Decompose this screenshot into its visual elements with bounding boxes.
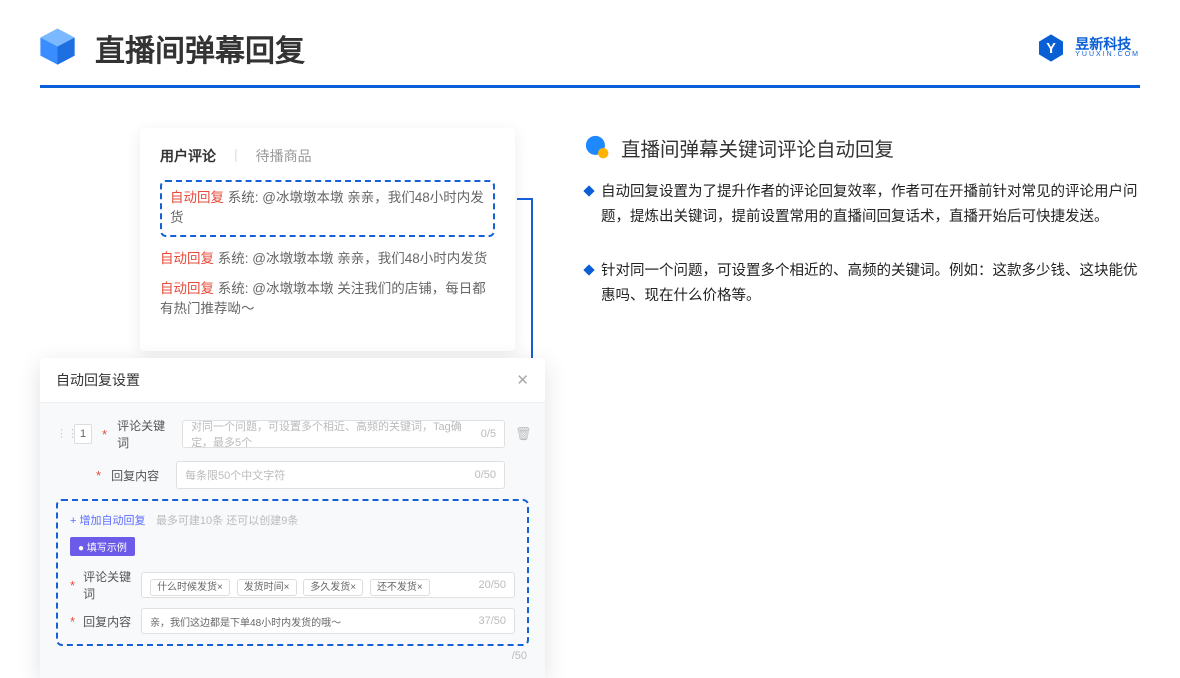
comment-item: 自动回复 系统: @冰墩墩本墩 亲亲，我们48小时内发货 — [160, 249, 495, 269]
comment-item: 自动回复 系统: @冰墩墩本墩 关注我们的店铺，每日都有热门推荐呦～ — [160, 279, 495, 320]
page-title: 直播间弹幕回复 — [95, 26, 305, 70]
comments-tabs: 用户评论 | 待播商品 — [160, 146, 495, 166]
content-label: 回复内容 — [111, 467, 166, 484]
section-header: 直播间弹幕关键词评论自动回复 — [585, 133, 1140, 162]
diamond-icon — [583, 185, 594, 196]
close-icon[interactable]: ✕ — [516, 371, 529, 389]
outer-count: /50 — [56, 646, 529, 662]
add-sub-text: 最多可建10条 还可以创建9条 — [156, 515, 298, 527]
brand-url: YUUXIN.COM — [1075, 51, 1140, 58]
cube-icon — [35, 25, 80, 70]
order-number: 1 — [74, 424, 92, 444]
content-row: * 回复内容 每条限50个中文字符 0/50 — [56, 461, 529, 489]
example-keyword-row: * 评论关键词 什么时候发货× 发货时间× 多久发货× 还不发货× 20/50 — [70, 568, 515, 602]
keyword-row: ⋮⋮ 1 * 评论关键词 对同一个问题，可设置多个相近、高频的关键词，Tag确定… — [56, 417, 529, 451]
tab-user-comments[interactable]: 用户评论 — [160, 146, 216, 166]
keyword-input[interactable]: 对同一个问题，可设置多个相近、高频的关键词，Tag确定，最多5个 0/5 — [182, 420, 505, 448]
highlighted-comment: 自动回复 系统: @冰墩墩本墩 亲亲，我们48小时内发货 — [160, 180, 495, 237]
trash-icon[interactable]: 🗑 — [515, 426, 529, 442]
keyword-label: 评论关键词 — [117, 417, 172, 451]
example-pill: ● 填写示例 — [70, 537, 135, 556]
brand-logo: Y 昱新科技 YUUXIN.COM — [1035, 32, 1140, 64]
drag-icon[interactable]: ⋮⋮ — [56, 430, 64, 438]
modal-header: 自动回复设置 ✕ — [40, 358, 545, 403]
example-content-input[interactable]: 亲，我们这边都是下单48小时内发货的哦～ 37/50 — [141, 608, 515, 634]
diamond-icon — [583, 265, 594, 276]
bullet-2: 针对同一个问题，可设置多个相近的、高频的关键词。例如：这款多少钱、这块能优惠吗、… — [585, 259, 1140, 308]
comments-card: 用户评论 | 待播商品 自动回复 系统: @冰墩墩本墩 亲亲，我们48小时内发货… — [140, 128, 515, 351]
svg-text:Y: Y — [1046, 40, 1056, 56]
tab-products[interactable]: 待播商品 — [256, 146, 312, 166]
brand-icon: Y — [1035, 32, 1067, 64]
page-header: 直播间弹幕回复 Y 昱新科技 YUUXIN.COM — [0, 0, 1180, 85]
header-left: 直播间弹幕回复 — [35, 25, 305, 70]
section-title: 直播间弹幕关键词评论自动回复 — [621, 133, 894, 162]
example-content-row: * 回复内容 亲，我们这边都是下单48小时内发货的哦～ 37/50 — [70, 608, 515, 634]
connector-line — [517, 198, 533, 200]
required-dot: * — [102, 427, 107, 442]
bullet-1: 自动回复设置为了提升作者的评论回复效率，作者可在开播前针对常见的评论用户问题，提… — [585, 180, 1140, 229]
settings-modal: 自动回复设置 ✕ ⋮⋮ 1 * 评论关键词 对同一个问题，可设置多个相近、高频的… — [40, 358, 545, 678]
chat-bubble-icon — [585, 135, 611, 161]
modal-title: 自动回复设置 — [56, 370, 140, 390]
example-box: + 增加自动回复 最多可建10条 还可以创建9条 ● 填写示例 * 评论关键词 … — [56, 499, 529, 646]
auto-reply-tag: 自动回复 — [170, 190, 224, 205]
content-input[interactable]: 每条限50个中文字符 0/50 — [176, 461, 505, 489]
brand-name: 昱新科技 — [1075, 37, 1140, 51]
example-keyword-input[interactable]: 什么时候发货× 发货时间× 多久发货× 还不发货× 20/50 — [141, 572, 515, 598]
add-auto-reply-link[interactable]: + 增加自动回复 — [70, 515, 145, 527]
